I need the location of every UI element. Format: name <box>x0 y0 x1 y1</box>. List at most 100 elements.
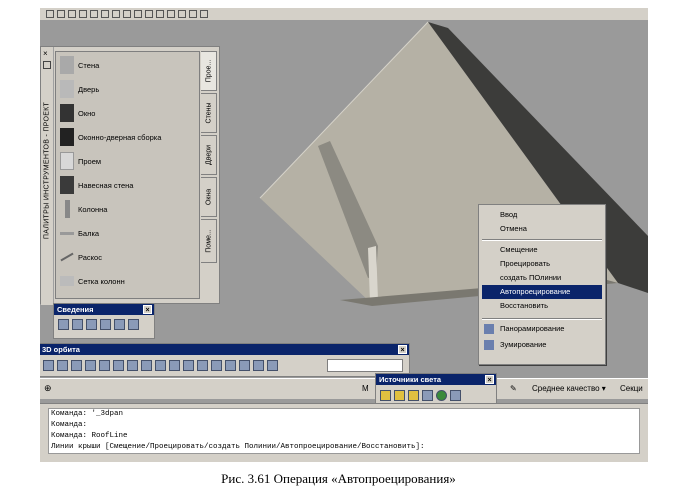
command-history[interactable]: Команда: '_3dpan Команда: Команда: RoofL… <box>48 408 640 454</box>
visual-style-icon[interactable]: ✎ <box>510 384 517 393</box>
orbit-icon[interactable] <box>169 360 180 371</box>
toolbar-icon[interactable] <box>72 319 83 330</box>
lights-icons <box>376 385 496 405</box>
tool-beam[interactable]: Балка <box>60 222 198 244</box>
orbit-icon[interactable] <box>211 360 222 371</box>
target-icon[interactable]: ⊕ <box>44 383 52 394</box>
status-row: ⊕ М ✎ Среднее качество ▾ Секци <box>40 378 648 399</box>
menu-item-zoom[interactable]: Зумирование <box>482 338 602 352</box>
toolbar-icon[interactable] <box>86 319 97 330</box>
menu-item-create-polylines[interactable]: создать ПОлинии <box>482 271 602 285</box>
tab-label: Поме... <box>205 229 212 253</box>
zoom-icon[interactable] <box>57 360 68 371</box>
tool-label: Раскос <box>78 252 102 262</box>
lights-toolbar-title-text: Источники света <box>379 375 442 384</box>
toolbar-icon[interactable] <box>100 319 111 330</box>
command-prompt[interactable]: Линии крыши [Смещение/Проецировать/созда… <box>51 442 639 453</box>
tool-label: Балка <box>78 228 100 238</box>
toolbar-icon[interactable] <box>114 319 125 330</box>
pan-icon <box>484 324 494 334</box>
tool-label: Сетка колонн <box>78 276 125 286</box>
sun-globe-icon[interactable] <box>436 390 447 401</box>
menu-item-label: Панорамирование <box>500 324 565 333</box>
tab-windows[interactable]: Окна <box>201 177 217 217</box>
tool-door[interactable]: Дверь <box>60 78 198 100</box>
menu-item-autoproject[interactable]: Автопроецирование <box>482 285 602 299</box>
orbit-icon[interactable] <box>225 360 236 371</box>
close-icon[interactable]: × <box>485 375 494 384</box>
toolbar-icon[interactable] <box>189 10 197 18</box>
toolbar-icon[interactable] <box>156 10 164 18</box>
tab-doors[interactable]: Двери <box>201 135 217 175</box>
toolbar-icon[interactable] <box>178 10 186 18</box>
light-properties-icon[interactable] <box>450 390 461 401</box>
orbit-icon[interactable] <box>239 360 250 371</box>
tool-label: Оконно-дверная сборка <box>78 132 162 142</box>
spot-light-icon[interactable] <box>394 390 405 401</box>
toolbar-icon[interactable] <box>134 10 142 18</box>
tab-spaces[interactable]: Поме... <box>201 219 217 263</box>
orbit-icon[interactable] <box>43 360 54 371</box>
menu-item-offset[interactable]: Смещение <box>482 243 602 257</box>
toolbar-icon[interactable] <box>123 10 131 18</box>
orbit-icon[interactable] <box>183 360 194 371</box>
tool-window[interactable]: Окно <box>60 102 198 124</box>
tool-column-grid[interactable]: Сетка колонн <box>60 270 198 292</box>
close-icon[interactable]: × <box>143 305 152 314</box>
tool-curtain-wall[interactable]: Навесная стена <box>60 174 198 196</box>
distant-light-icon[interactable] <box>408 390 419 401</box>
camera-icon[interactable] <box>155 360 166 371</box>
tool-opening[interactable]: Проем <box>60 150 198 172</box>
orbit-icon[interactable] <box>141 360 152 371</box>
toolbar-icon[interactable] <box>112 10 120 18</box>
orbit-icon[interactable] <box>197 360 208 371</box>
menu-item-project[interactable]: Проецировать <box>482 257 602 271</box>
orbit-icon[interactable] <box>253 360 264 371</box>
palette-titlebar[interactable]: × ПАЛИТРЫ ИНСТРУМЕНТОВ - ПРОЕКТ <box>41 47 54 305</box>
info-toolbar: Сведения × <box>53 303 155 339</box>
toolbar-icon[interactable] <box>145 10 153 18</box>
toolbar-icon[interactable] <box>58 319 69 330</box>
tool-door-window-assembly[interactable]: Оконно-дверная сборка <box>60 126 198 148</box>
orbit-icon[interactable] <box>267 360 278 371</box>
menu-item-enter[interactable]: Ввод <box>482 208 602 222</box>
toolbar-icon[interactable] <box>167 10 175 18</box>
pan-icon[interactable] <box>71 360 82 371</box>
orbit-toolbar-title[interactable]: 3D орбита × <box>40 344 409 355</box>
toolbar-icon[interactable] <box>46 10 54 18</box>
toolbar-icon[interactable] <box>79 10 87 18</box>
menu-separator <box>482 239 602 241</box>
tab-walls[interactable]: Стены <box>201 93 217 133</box>
toolbar-icon[interactable] <box>101 10 109 18</box>
view-dropdown[interactable] <box>327 359 403 372</box>
info-toolbar-title[interactable]: Сведения × <box>54 304 154 315</box>
orbit-icon[interactable] <box>113 360 124 371</box>
point-light-icon[interactable] <box>380 390 391 401</box>
orbit-icon[interactable] <box>99 360 110 371</box>
context-menu: Ввод Отмена Смещение Проецировать создат… <box>478 204 606 365</box>
toolbar-icon[interactable] <box>57 10 65 18</box>
orbit-icon[interactable] <box>85 360 96 371</box>
toolbar-icon[interactable] <box>90 10 98 18</box>
light-list-icon[interactable] <box>422 390 433 401</box>
tool-wall[interactable]: Стена <box>60 54 198 76</box>
toolbar-icon[interactable] <box>68 10 76 18</box>
tab-project[interactable]: Прое... <box>201 51 217 91</box>
toolbar-icon[interactable] <box>128 319 139 330</box>
menu-item-restore[interactable]: Восстановить <box>482 299 602 313</box>
tab-label: Стены <box>205 102 212 124</box>
orbit-icon[interactable] <box>127 360 138 371</box>
palette-tabs: Прое... Стены Двери Окна Поме... <box>201 51 219 299</box>
close-icon[interactable]: × <box>398 345 407 354</box>
quality-dropdown[interactable]: Среднее качество ▾ <box>532 384 606 393</box>
toolbar-icon[interactable] <box>200 10 208 18</box>
menu-item-pan[interactable]: Панорамирование <box>482 322 602 336</box>
tool-column[interactable]: Колонна <box>60 198 198 220</box>
tool-label: Дверь <box>78 84 100 94</box>
section-label[interactable]: Секци <box>620 384 643 393</box>
lights-toolbar-title[interactable]: Источники света × <box>376 374 496 385</box>
tool-label: Окно <box>78 108 96 118</box>
menu-item-cancel[interactable]: Отмена <box>482 222 602 236</box>
tab-label: Прое... <box>205 59 212 83</box>
tool-brace[interactable]: Раскос <box>60 246 198 268</box>
